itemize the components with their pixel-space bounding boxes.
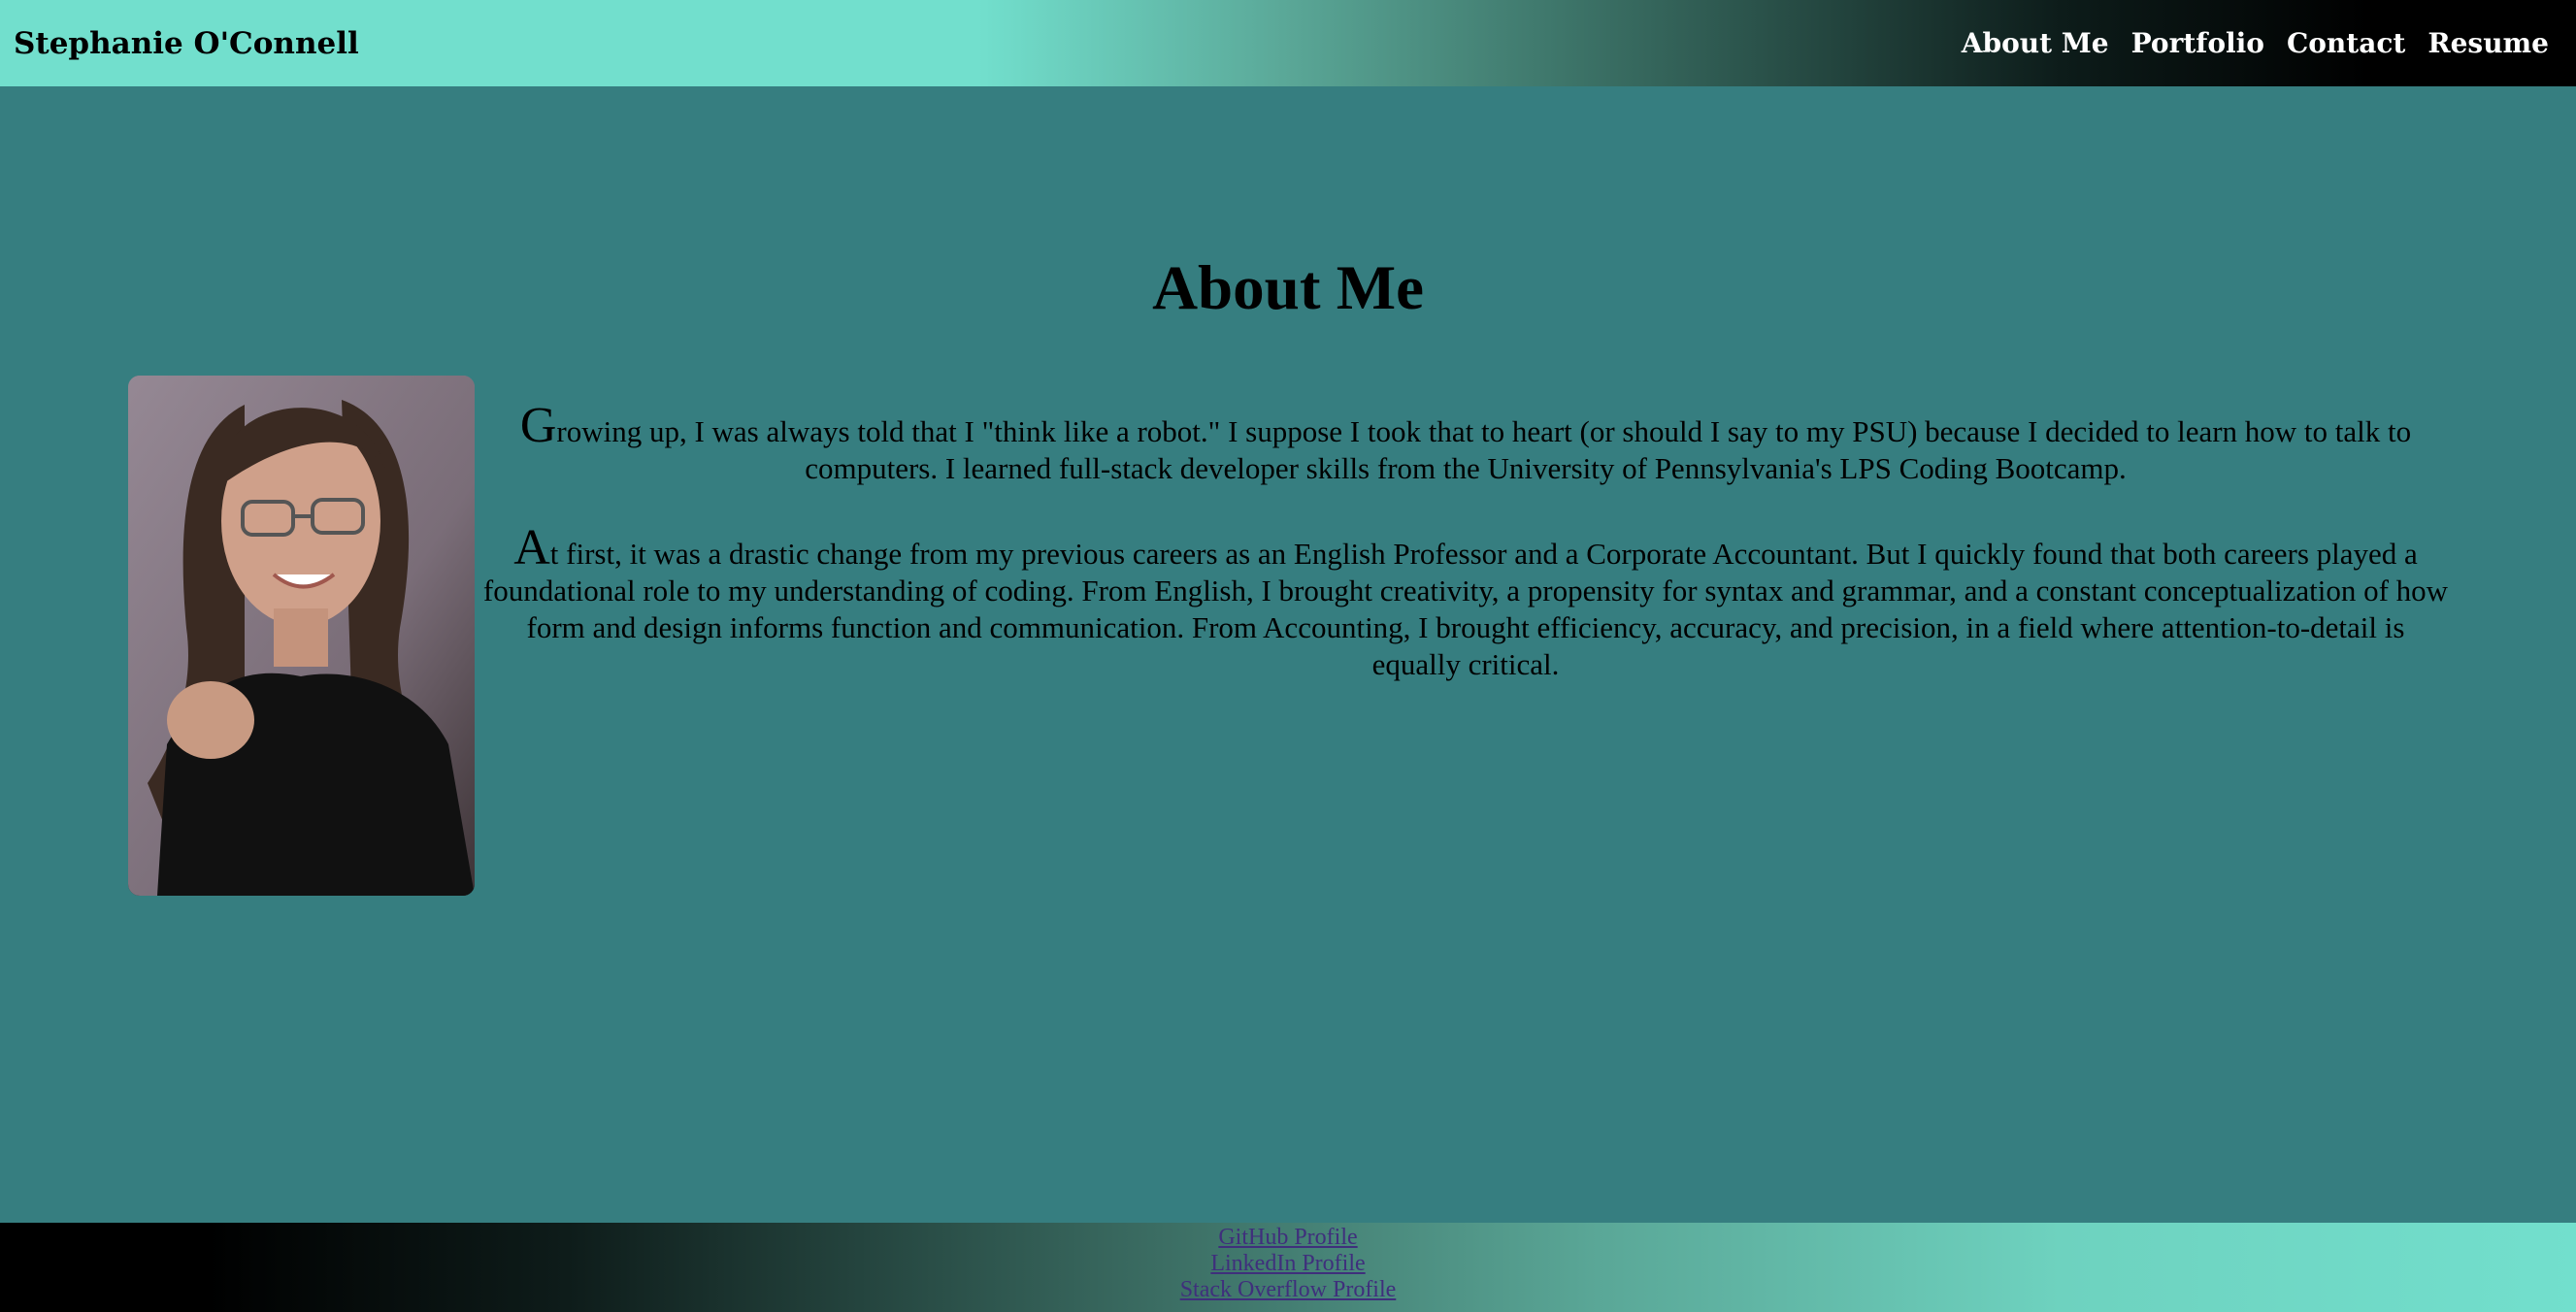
- profile-photo: [128, 376, 475, 896]
- about-paragraph: At first, it was a drastic change from m…: [480, 523, 2451, 683]
- nav-portfolio[interactable]: Portfolio: [2131, 27, 2264, 59]
- paragraph-text: rowing up, I was always told that I "thi…: [556, 414, 2412, 485]
- drop-cap: A: [513, 520, 550, 575]
- nav-resume[interactable]: Resume: [2427, 27, 2549, 59]
- about-paragraph: Growing up, I was always told that I "th…: [480, 401, 2451, 487]
- paragraph-text: t first, it was a drastic change from my…: [482, 537, 2449, 681]
- site-brand[interactable]: Stephanie O'Connell: [14, 26, 359, 61]
- main-nav: About Me Portfolio Contact Resume: [1962, 27, 2562, 59]
- portrait-image: [128, 376, 475, 896]
- page-title: About Me: [1152, 253, 1424, 323]
- nav-contact[interactable]: Contact: [2287, 27, 2405, 59]
- about-text: Growing up, I was always told that I "th…: [480, 401, 2451, 726]
- linkedin-link[interactable]: LinkedIn Profile: [1210, 1251, 1365, 1277]
- drop-cap: G: [519, 398, 557, 453]
- stackoverflow-link[interactable]: Stack Overflow Profile: [1180, 1277, 1397, 1303]
- github-link[interactable]: GitHub Profile: [1218, 1225, 1357, 1251]
- site-footer: GitHub Profile LinkedIn Profile Stack Ov…: [0, 1223, 2576, 1312]
- nav-about-me[interactable]: About Me: [1962, 27, 2109, 59]
- site-header: Stephanie O'Connell About Me Portfolio C…: [0, 0, 2576, 86]
